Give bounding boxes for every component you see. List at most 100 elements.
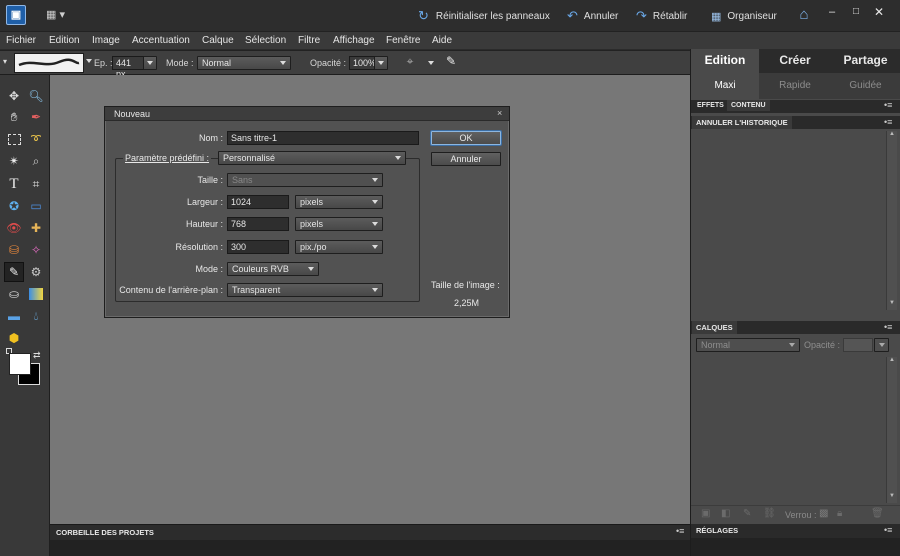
brush-menu-arrow-icon[interactable] (86, 59, 92, 63)
layers-scroll-up-icon[interactable]: ▲ (889, 357, 895, 363)
project-bin-title[interactable]: CORBEILLE DES PROJETS (56, 528, 154, 537)
subtab-maxi[interactable]: Maxi (691, 73, 759, 99)
menu-affichage[interactable]: Affichage (333, 35, 375, 46)
menu-selection[interactable]: Sélection (245, 35, 286, 46)
delete-layer-icon[interactable]: 🗑︎ (871, 508, 884, 519)
gradient-tool-icon[interactable] (26, 284, 46, 304)
tablet-brush-icon[interactable]: ✎ (442, 54, 460, 72)
lock-transparent-icon[interactable]: ▩ (819, 508, 828, 519)
scroll-up-icon[interactable]: ▲ (889, 131, 895, 137)
scroll-down-icon[interactable]: ▼ (889, 300, 895, 306)
name-input[interactable]: Sans titre-1 (227, 131, 419, 145)
red-eye-tool-icon[interactable]: 👁︎ (4, 218, 24, 238)
recompose-tool-icon[interactable]: ▭ (26, 196, 46, 216)
maximize-icon[interactable]: □ (850, 6, 862, 18)
tab-content[interactable]: CONTENU (727, 100, 770, 111)
undo-button[interactable]: ↶ Annuler (567, 8, 618, 24)
menu-aide[interactable]: Aide (432, 35, 452, 46)
type-tool-icon[interactable]: T (4, 174, 24, 194)
paint-bucket-tool-icon[interactable]: ⛀ (4, 284, 24, 304)
adjustments-menu-icon[interactable]: •≡ (884, 524, 892, 537)
tab-partage[interactable]: Partage (831, 49, 900, 73)
preset-select[interactable]: Personnalisé (218, 151, 406, 165)
layers-scroll-down-icon[interactable]: ▼ (889, 493, 895, 499)
resolution-unit-select[interactable]: pix./po (295, 240, 383, 254)
brush-layer-icon[interactable]: ✎ (743, 508, 751, 519)
move-tool-icon[interactable]: ✥ (4, 86, 24, 106)
layers-opacity-input[interactable] (843, 338, 873, 352)
history-scrollbar[interactable]: ▲ ▼ (886, 131, 897, 310)
menu-image[interactable]: Image (92, 35, 120, 46)
width-input[interactable]: 1024 (227, 195, 289, 209)
size-select[interactable]: Sans (227, 173, 383, 187)
shape-tool-icon[interactable]: ✪ (4, 196, 24, 216)
layers-scrollbar[interactable]: ▲ ▼ (886, 357, 897, 503)
smart-brush-tool-icon[interactable]: ✧ (26, 240, 46, 260)
resolution-input[interactable]: 300 (227, 240, 289, 254)
brush-tool-icon[interactable]: ✎ (4, 262, 24, 282)
close-icon[interactable]: ✕ (873, 5, 885, 19)
mode-select[interactable]: Normal (197, 56, 291, 70)
project-bin-menu-icon[interactable]: •≡ (676, 526, 684, 536)
reset-panels-button[interactable]: ↻ Réinitialiser les panneaux (418, 8, 550, 24)
airbrush-menu-arrow-icon[interactable] (428, 61, 434, 65)
ok-button[interactable]: OK (431, 131, 501, 145)
subtab-rapide[interactable]: Rapide (761, 73, 829, 99)
menu-fenetre[interactable]: Fenêtre (386, 35, 420, 46)
clone-stamp-tool-icon[interactable]: ⛁ (4, 240, 24, 260)
quick-selection-tool-icon[interactable]: ⌕ (26, 151, 46, 171)
height-unit-select[interactable]: pixels (295, 217, 383, 231)
organizer-button[interactable]: ▦ Organiseur (711, 8, 777, 24)
layers-opacity-dropdown[interactable] (874, 338, 889, 352)
hand-tool-icon[interactable]: ✋︎ (4, 107, 24, 127)
link-layers-icon[interactable]: ⛓ (763, 508, 776, 519)
pencil-shape-tool-icon[interactable]: ▬ (4, 306, 24, 326)
opacity-dropdown[interactable] (374, 56, 388, 70)
adjustments-panel-header[interactable]: RÉGLAGES •≡ (691, 524, 900, 538)
eyedropper-tool-icon[interactable]: ✒ (26, 107, 46, 127)
tab-edition[interactable]: Edition (691, 49, 759, 73)
healing-brush-tool-icon[interactable]: ✚ (26, 218, 46, 238)
new-adjustment-icon[interactable]: ◧ (721, 508, 730, 519)
dialog-close-icon[interactable]: × (497, 108, 502, 118)
history-menu-icon[interactable]: •≡ (884, 116, 892, 129)
size-input[interactable]: 441 px (112, 56, 144, 79)
tab-creer[interactable]: Créer (761, 49, 829, 73)
background-select[interactable]: Transparent (227, 283, 383, 297)
cancel-button[interactable]: Annuler (431, 152, 501, 166)
minimize-icon[interactable]: – (826, 6, 838, 18)
blur-tool-icon[interactable]: 💧︎ (26, 306, 46, 326)
tool-preset-arrow-icon[interactable]: ▾ (3, 57, 7, 66)
subtab-guidee[interactable]: Guidée (831, 73, 900, 99)
effects-menu-icon[interactable]: •≡ (884, 100, 892, 110)
menu-edition[interactable]: Edition (49, 35, 80, 46)
height-input[interactable]: 768 (227, 217, 289, 231)
magic-wand-tool-icon[interactable]: ✴ (4, 151, 24, 171)
tab-effects[interactable]: EFFETS (697, 102, 724, 109)
home-icon[interactable]: ⌂ (795, 6, 813, 24)
size-dropdown[interactable] (143, 56, 157, 70)
brush-preview[interactable] (14, 53, 84, 73)
sponge-tool-icon[interactable]: ⬢ (4, 328, 24, 348)
opacity-input[interactable]: 100% (349, 56, 376, 70)
menu-filtre[interactable]: Filtre (298, 35, 320, 46)
zoom-tool-icon[interactable]: 🔍︎ (26, 86, 46, 106)
lock-all-icon[interactable]: 🔒︎ (837, 508, 842, 519)
crop-tool-icon[interactable]: ⌗ (26, 174, 46, 194)
new-layer-icon[interactable]: ▣ (701, 508, 710, 519)
swap-colors-icon[interactable]: ⇄ (33, 350, 41, 361)
menu-calque[interactable]: Calque (202, 35, 234, 46)
menu-accentuation[interactable]: Accentuation (132, 35, 190, 46)
lasso-tool-icon[interactable]: ➰︎ (26, 129, 46, 149)
marquee-tool-icon[interactable] (4, 129, 24, 149)
airbrush-icon[interactable]: ⌖ (400, 54, 420, 72)
workspace-menu-icon[interactable]: ▦ ▾ (46, 8, 70, 22)
menu-fichier[interactable]: Fichier (6, 35, 36, 46)
history-panel-header[interactable]: ANNULER L'HISTORIQUE •≡ (691, 116, 900, 129)
blend-mode-select[interactable]: Normal (696, 338, 800, 352)
foreground-color-swatch[interactable] (9, 353, 31, 375)
color-mode-select[interactable]: Couleurs RVB (227, 262, 319, 276)
layers-menu-icon[interactable]: •≡ (884, 321, 892, 334)
layers-panel-header[interactable]: CALQUES •≡ (691, 321, 900, 334)
redo-button[interactable]: ↷ Rétablir (636, 8, 687, 24)
